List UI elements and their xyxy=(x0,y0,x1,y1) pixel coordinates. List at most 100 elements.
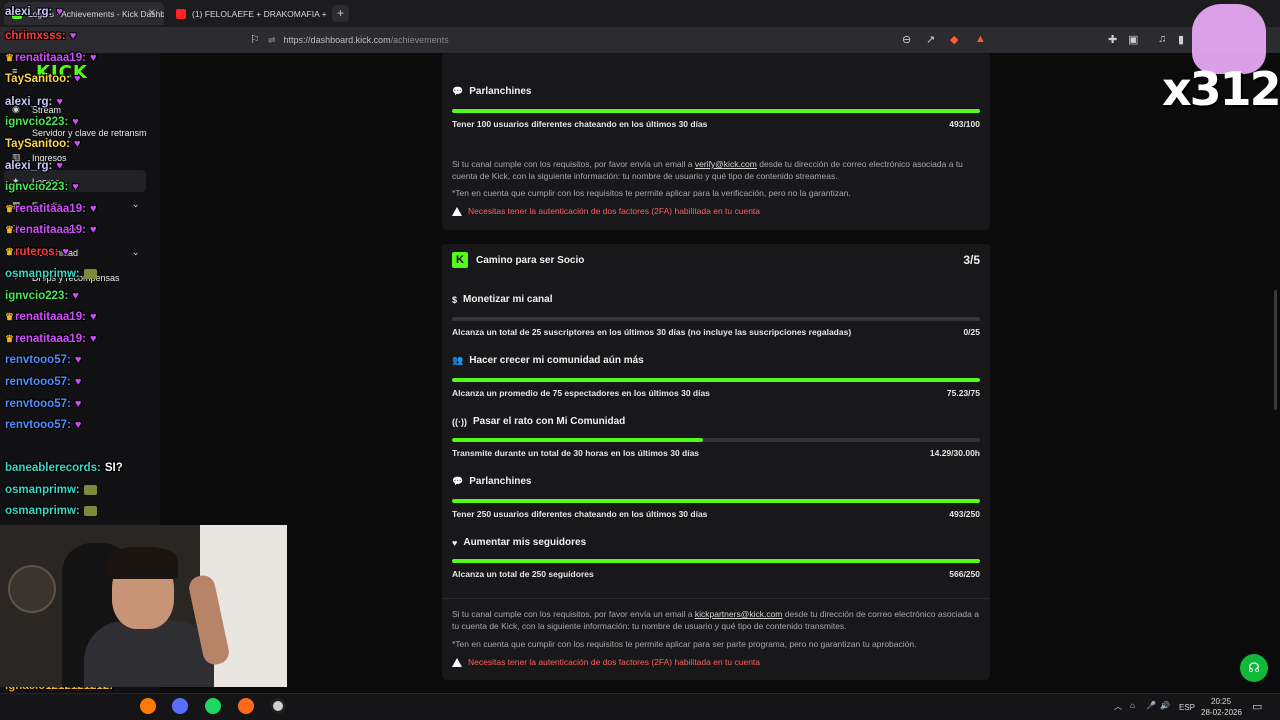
section-title-text: Pasar el rato con Mi Comunidad xyxy=(473,416,626,427)
chat-message: alexi_rg: ♥ xyxy=(5,96,63,108)
share-icon[interactable]: ↗ xyxy=(926,33,935,46)
partner-email-link[interactable]: kickpartners@kick.com xyxy=(695,609,783,619)
chat-username: ruteros: xyxy=(14,246,59,258)
people-icon: 👥 xyxy=(452,355,464,365)
chat-username: osmanprimw: xyxy=(5,505,80,517)
chat-username: renatitaaa19: xyxy=(14,224,86,236)
chat-username: renatitaaa19: xyxy=(14,311,86,323)
rewards-icon[interactable]: ▲ xyxy=(975,33,986,45)
heart-emote-icon: ♥ xyxy=(73,138,81,150)
site-info-icon[interactable]: ⇌ xyxy=(268,35,276,46)
tab-youtube[interactable]: (1) FELOLAEFE + DRAKOMAFIA + BE xyxy=(168,2,328,25)
chevron-down-icon[interactable]: ⌄ xyxy=(132,199,140,210)
tab-label: (1) FELOLAEFE + DRAKOMAFIA + BE xyxy=(192,8,328,19)
section-title: 💬 Parlanchines xyxy=(452,86,531,97)
chevron-down-icon[interactable]: ⌄ xyxy=(132,247,140,258)
clock-date[interactable]: 28-02-2026 xyxy=(1201,708,1242,717)
microphone-icon[interactable]: 🎤 xyxy=(1146,701,1156,710)
heart-icon: ♥ xyxy=(452,537,458,548)
tray-chevron-icon[interactable]: ︿ xyxy=(1114,701,1122,712)
crown-badge-icon: ♛ xyxy=(5,333,14,345)
extensions-icon[interactable]: ✚ xyxy=(1108,33,1117,46)
network-icon[interactable]: ⌂ xyxy=(1130,701,1135,710)
progress-fill xyxy=(452,499,980,503)
firefox-taskbar-icon[interactable] xyxy=(238,698,254,714)
progress-fill xyxy=(452,438,704,442)
requirement-value: 14.29/30.00h xyxy=(929,448,980,458)
chat-username: chrimxsss: xyxy=(5,30,66,42)
requirement-text: Alcanza un total de 250 seguidores xyxy=(452,569,594,579)
heart-emote-icon: ♥ xyxy=(56,160,63,172)
divider xyxy=(442,598,990,599)
chat-message: osmanprimw: xyxy=(5,484,97,496)
chat-username: ignvcio223: xyxy=(5,181,69,193)
verification-note: Si tu canal cumple con los requisitos, p… xyxy=(452,158,982,182)
chat-username: TaySanitoo: xyxy=(5,138,70,150)
heart-emote-icon: ♥ xyxy=(72,290,79,302)
progress-bar xyxy=(452,499,980,503)
sidebar-item-label: Servidor y clave de retransm xyxy=(32,128,147,138)
heart-emote-icon: ♥ xyxy=(72,116,79,128)
section-title-text: Aumentar mis seguidores xyxy=(463,537,587,548)
close-icon[interactable]: ✕ xyxy=(148,8,156,19)
heart-emote-icon: ♥ xyxy=(74,354,82,366)
requirement-value: 493/250 xyxy=(949,509,980,519)
obs-taskbar-icon[interactable] xyxy=(270,698,286,714)
chat-message: osmanprimw: xyxy=(5,505,97,517)
requirement-text: Tener 100 usuarios diferentes chateando … xyxy=(452,119,708,129)
emote-icon xyxy=(83,506,97,516)
browser-tab-bar: Logros · Achievements - Kick Dashboard ✕… xyxy=(0,0,1280,27)
keyboard-language[interactable]: ESP xyxy=(1179,703,1195,712)
chat-username: alexi_rg: xyxy=(5,160,53,172)
sidebar-item-server[interactable]: Servidor y clave de retransm xyxy=(12,128,147,138)
verification-card xyxy=(442,53,990,230)
wallet-icon[interactable]: ▣ xyxy=(1128,33,1138,46)
section-title-text: Parlanchines xyxy=(469,476,532,487)
notification-icon[interactable]: ▭ xyxy=(1252,700,1262,713)
partner-title: K Camino para ser Socio xyxy=(452,252,584,268)
partner-disclaimer: *Ten en cuenta que cumplir con los requi… xyxy=(452,639,917,649)
bookmark-icon[interactable]: ⚐ xyxy=(250,33,260,46)
chat-text: SI? xyxy=(104,462,123,474)
page-scrollbar[interactable] xyxy=(1274,290,1277,410)
progress-bar xyxy=(452,109,980,113)
requirement-text: Alcanza un total de 25 suscriptores en l… xyxy=(452,327,852,337)
chat-username: alexi_rg: xyxy=(5,96,53,108)
heart-emote-icon: ♥ xyxy=(89,52,97,64)
chat-username: osmanprimw: xyxy=(5,268,80,280)
chat-message: ♛ renatitaaa19: ♥ xyxy=(5,52,96,64)
verify-email-link[interactable]: verify@kick.com xyxy=(695,159,757,169)
chat-username: baneablerecords: xyxy=(5,462,101,474)
discord-taskbar-icon[interactable] xyxy=(172,698,188,714)
url-host: https://dashboard.kick.com xyxy=(283,35,391,45)
progress-bar xyxy=(452,378,980,382)
brave-shield-icon[interactable]: ◆ xyxy=(950,33,958,46)
requirement-text: Transmite durante un total de 30 horas e… xyxy=(452,448,700,458)
new-tab-button[interactable]: + xyxy=(332,5,349,22)
webcam-person-hair xyxy=(108,547,178,579)
help-chat-button[interactable]: ☊ xyxy=(1240,654,1268,682)
chat-message: TaySanitoo: ♥ xyxy=(5,73,81,85)
chat-username: renvtooo57: xyxy=(5,376,71,388)
emote-icon xyxy=(83,269,97,279)
partner-progress-count: 3/5 xyxy=(963,253,980,267)
twofa-warning: Necesitas tener la autenticación de dos … xyxy=(452,206,760,216)
brave-taskbar-icon[interactable] xyxy=(140,698,156,714)
sidebar-toggle-icon[interactable]: ▮ xyxy=(1178,33,1184,46)
url-input[interactable]: ⇌ https://dashboard.kick.com/achievement… xyxy=(268,31,968,49)
chat-message: baneablerecords: SI? xyxy=(5,462,123,474)
requirement-value: 0/25 xyxy=(963,327,980,337)
media-icon[interactable]: ♫ xyxy=(1158,33,1166,45)
requirement-value: 75.23/75 xyxy=(946,388,980,398)
youtube-favicon-icon xyxy=(176,8,186,19)
chat-message: renvtooo57: ♥ xyxy=(5,398,81,410)
zoom-icon[interactable]: ⊖ xyxy=(902,33,911,46)
spotify-taskbar-icon[interactable] xyxy=(205,698,221,714)
clock-time[interactable]: 20:25 xyxy=(1211,697,1231,706)
heart-emote-icon: ♥ xyxy=(74,398,82,410)
twofa-warning: Necesitas tener la autenticación de dos … xyxy=(452,657,760,667)
webcam-overlay xyxy=(0,525,287,687)
heart-emote-icon: ♥ xyxy=(56,6,63,18)
kick-k-icon: K xyxy=(452,252,468,268)
volume-icon[interactable]: 🔊 xyxy=(1160,701,1170,710)
